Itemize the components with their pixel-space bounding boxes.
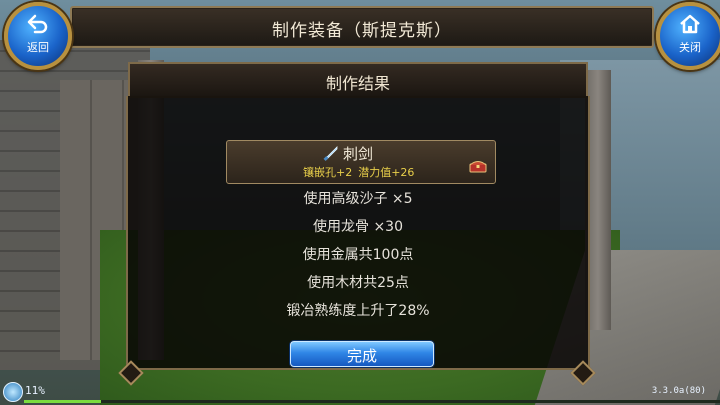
result-line-1: 使用高级沙子 ×5 <box>303 191 413 207</box>
exp-percent: 11% <box>25 384 45 397</box>
back-button[interactable]: 返回 <box>4 2 72 70</box>
dialog-header: 制作结果 <box>128 62 588 98</box>
item-stats: 镶嵌孔+2 潜力值+26 <box>303 164 420 180</box>
confirm-label: 完成 <box>346 347 377 365</box>
exp-bar-fill <box>24 400 101 403</box>
result-line-4: 使用木材共25点 <box>307 275 409 291</box>
treasure-chest-icon[interactable] <box>469 159 487 173</box>
crafted-item-card[interactable]: 刺剑 镶嵌孔+2 潜力值+26 <box>226 140 496 184</box>
result-line-3: 使用金属共100点 <box>302 247 414 263</box>
exp-orb-icon <box>3 382 23 402</box>
status-bar: 11% 3.3.0a(80) <box>0 380 720 405</box>
dialog-title: 制作结果 <box>325 74 390 93</box>
confirm-button[interactable]: 完成 <box>290 341 434 367</box>
item-name: 刺剑 <box>343 145 374 163</box>
close-label: 关闭 <box>679 41 701 54</box>
home-icon <box>660 14 720 38</box>
result-line-2: 使用龙骨 ×30 <box>313 219 403 235</box>
page-title: 制作装备（斯提克斯） <box>272 21 452 41</box>
back-arrow-icon <box>8 14 68 38</box>
back-label: 返回 <box>27 41 49 54</box>
close-button[interactable]: 关闭 <box>656 2 720 70</box>
title-bar: 制作装备（斯提克斯） <box>70 6 654 48</box>
stat-sockets: 镶嵌孔+2 <box>303 166 353 179</box>
stat-potential: 潜力值+26 <box>358 166 415 179</box>
sword-icon <box>323 146 338 161</box>
exp-bar <box>24 400 720 403</box>
craft-result-dialog: 制作结果 刺剑 镶嵌孔+2 潜力值+26 使用高级沙子 ×5 使用龙骨 ×30 使… <box>118 62 596 386</box>
dialog-body: 刺剑 镶嵌孔+2 潜力值+26 使用高级沙子 ×5 使用龙骨 ×30 使用金属共1… <box>126 96 590 370</box>
version-label: 3.3.0a(80) <box>651 386 706 396</box>
result-line-5: 锻冶熟练度上升了28% <box>286 303 430 319</box>
